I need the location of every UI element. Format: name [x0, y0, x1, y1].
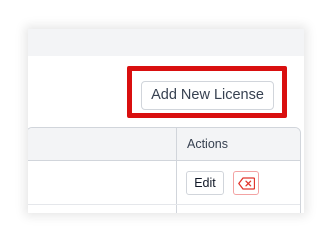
licenses-table: Actions Edit [28, 127, 301, 213]
actions-column-header: Actions [187, 137, 228, 151]
delete-button[interactable] [233, 171, 259, 195]
row-divider [28, 204, 300, 205]
backspace-x-icon [238, 177, 255, 190]
column-divider [176, 128, 177, 213]
table-header-row: Actions [28, 128, 300, 161]
panel-header-bar [28, 29, 304, 56]
edit-button[interactable]: Edit [186, 171, 224, 195]
license-panel: Add New License Actions Edit [28, 29, 304, 213]
highlight-box [127, 66, 287, 118]
